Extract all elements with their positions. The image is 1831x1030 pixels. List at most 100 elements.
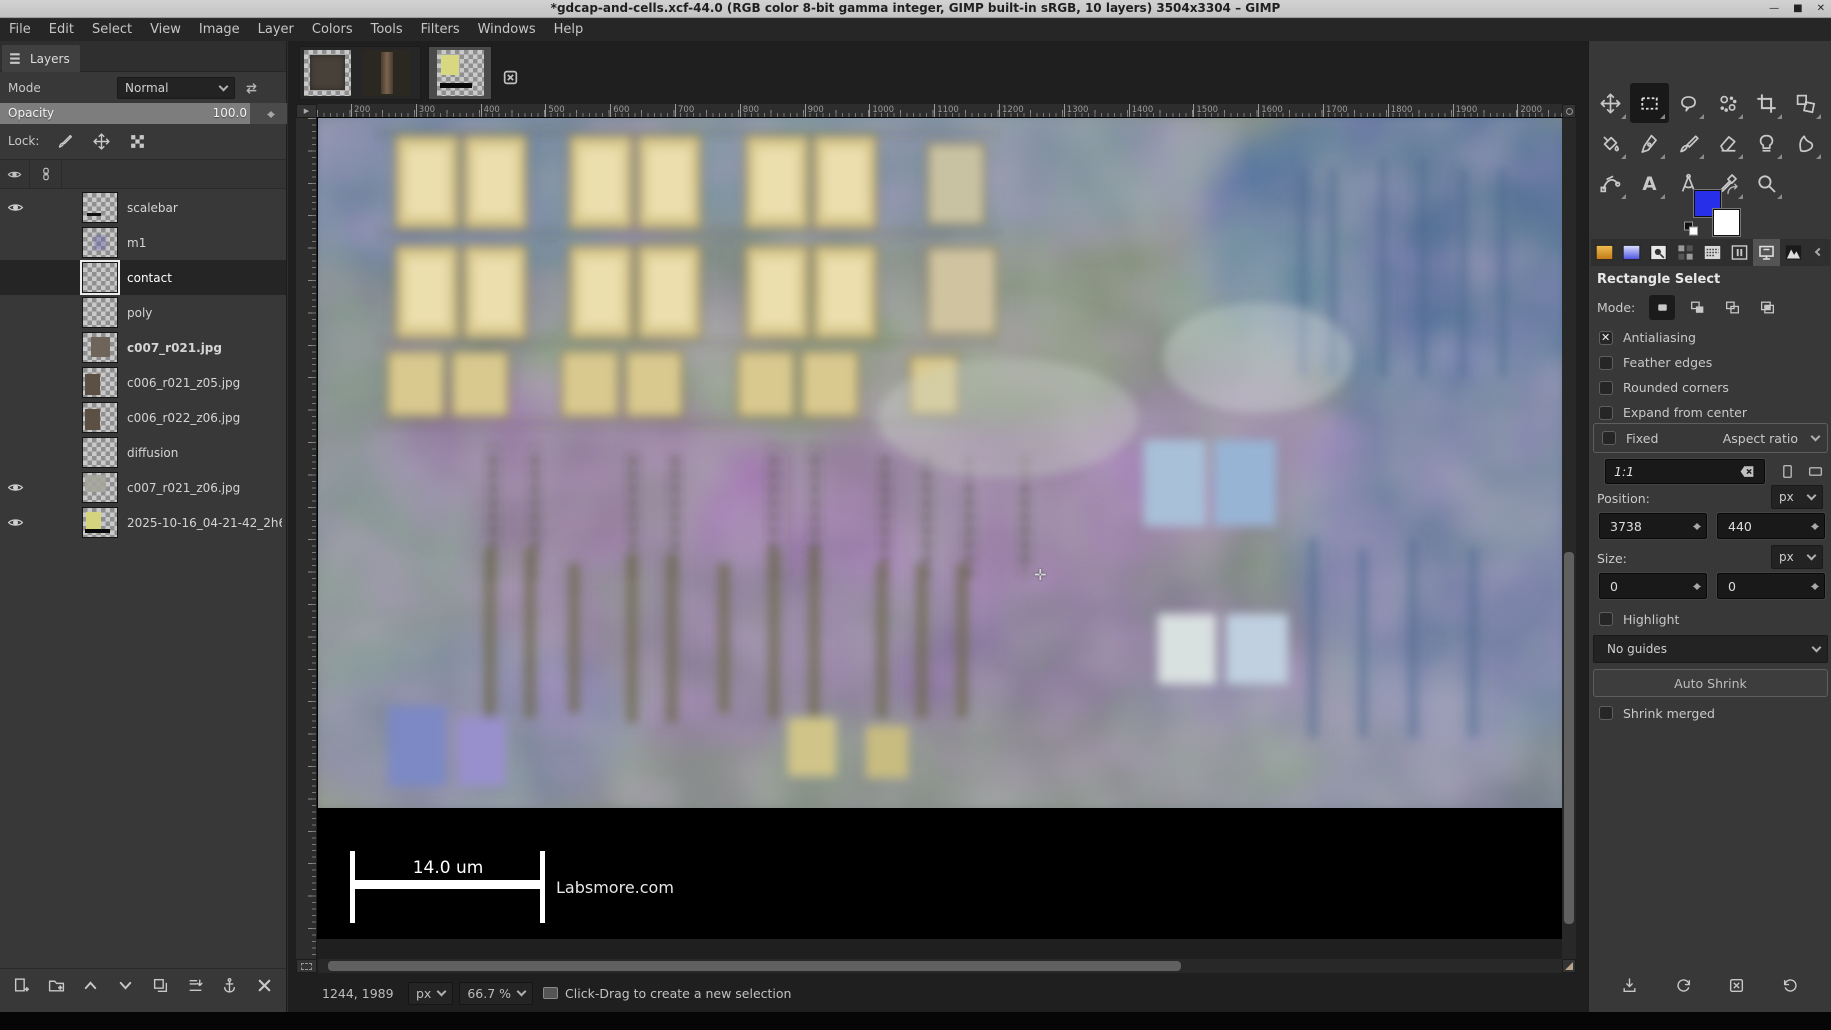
guides-dropdown[interactable]: No guides bbox=[1593, 635, 1828, 663]
menu-item[interactable]: Help bbox=[545, 19, 593, 41]
menu-item[interactable]: Filters bbox=[412, 19, 469, 41]
background-color-swatch[interactable] bbox=[1713, 209, 1740, 236]
layer-row[interactable]: c006_r022_z06.jpg bbox=[0, 400, 286, 435]
dock-collapse-button[interactable] bbox=[1811, 243, 1827, 261]
dock-tab-gradient-orange[interactable] bbox=[1591, 239, 1618, 266]
spinner-icon[interactable] bbox=[1693, 519, 1701, 534]
layer-thumbnail[interactable] bbox=[82, 402, 118, 433]
layers-button-new-layer[interactable] bbox=[7, 973, 35, 999]
size-height-field[interactable]: 0 bbox=[1717, 573, 1825, 599]
mode-add[interactable] bbox=[1684, 295, 1710, 320]
preset-reset[interactable] bbox=[1775, 972, 1805, 998]
mode-subtract[interactable] bbox=[1719, 295, 1745, 320]
unit-dropdown[interactable]: px bbox=[408, 982, 453, 1005]
mode-switch-icon[interactable] bbox=[240, 78, 262, 98]
default-colors-icon[interactable] bbox=[1683, 220, 1699, 236]
layer-row[interactable]: diffusion bbox=[0, 435, 286, 470]
layer-row[interactable]: contact bbox=[0, 260, 286, 295]
layers-button-lower[interactable] bbox=[112, 973, 140, 999]
mode-intersect[interactable] bbox=[1754, 295, 1780, 320]
size-unit-dropdown[interactable]: px bbox=[1771, 545, 1823, 569]
menu-item[interactable]: View bbox=[141, 19, 190, 41]
lock-move[interactable] bbox=[89, 130, 113, 152]
opacity-spinner[interactable] bbox=[267, 107, 275, 122]
landscape-orientation-icon[interactable] bbox=[1803, 460, 1827, 483]
image-tab-1[interactable] bbox=[304, 50, 351, 96]
image-tab-2[interactable] bbox=[363, 50, 410, 96]
dock-tab-history[interactable] bbox=[1726, 239, 1753, 266]
layers-button-new-group[interactable] bbox=[42, 973, 70, 999]
menu-item[interactable]: File bbox=[0, 19, 40, 41]
shrink-merged-option[interactable]: Shrink merged bbox=[1589, 703, 1715, 723]
layer-row[interactable]: c007_r021_z06.jpg bbox=[0, 470, 286, 505]
tool-free-select[interactable] bbox=[1669, 83, 1708, 123]
fixed-option-box[interactable]: Fixed Aspect ratio bbox=[1593, 423, 1828, 453]
tool-transform[interactable] bbox=[1786, 83, 1825, 123]
tool-clone[interactable] bbox=[1747, 123, 1786, 163]
menu-item[interactable]: Image bbox=[190, 19, 249, 41]
layer-row[interactable]: scalebar bbox=[0, 190, 286, 225]
tool-option-row[interactable]: Antialiasing bbox=[1589, 325, 1831, 350]
swap-colors-icon[interactable] bbox=[1726, 183, 1742, 197]
horizontal-scrollbar[interactable] bbox=[318, 959, 1562, 973]
canvas-image[interactable]: 14.0 um Labsmore.com ✛ bbox=[318, 118, 1562, 938]
preset-save-preset[interactable] bbox=[1615, 972, 1645, 998]
opacity-slider[interactable]: Opacity 100.0 bbox=[0, 103, 287, 124]
zoom-dropdown[interactable]: 66.7 % bbox=[459, 982, 533, 1005]
close-image-icon[interactable] bbox=[500, 67, 520, 87]
dock-tab-gradient-blue[interactable] bbox=[1618, 239, 1645, 266]
menu-item[interactable]: Layer bbox=[249, 19, 303, 41]
fixed-type-value[interactable]: Aspect ratio bbox=[1723, 431, 1798, 446]
navigation-preview-button[interactable] bbox=[1562, 959, 1576, 973]
position-x-field[interactable]: 3738 bbox=[1599, 513, 1707, 539]
menu-item[interactable]: Windows bbox=[469, 19, 545, 41]
layer-thumbnail[interactable] bbox=[82, 507, 118, 538]
tool-smudge[interactable] bbox=[1786, 123, 1825, 163]
close-button[interactable]: ✕ bbox=[1817, 0, 1825, 18]
image-tab-active[interactable] bbox=[428, 46, 492, 100]
spinner-icon[interactable] bbox=[1693, 579, 1701, 594]
eye-icon[interactable] bbox=[0, 199, 30, 216]
layer-thumbnail[interactable] bbox=[82, 262, 118, 293]
layer-thumbnail[interactable] bbox=[82, 297, 118, 328]
lock-paint[interactable] bbox=[53, 130, 77, 152]
menu-item[interactable]: Select bbox=[83, 19, 141, 41]
vertical-scrollbar[interactable] bbox=[1562, 118, 1576, 959]
aspect-ratio-input[interactable]: 1:1 bbox=[1605, 459, 1765, 484]
layer-thumbnail[interactable] bbox=[82, 367, 118, 398]
minimize-button[interactable]: — bbox=[1769, 0, 1779, 18]
tool-ink[interactable] bbox=[1630, 123, 1669, 163]
maximize-button[interactable]: ■ bbox=[1793, 0, 1802, 18]
horizontal-ruler[interactable]: 2003004005006007008009001000110012001300… bbox=[317, 104, 1563, 118]
eye-icon[interactable] bbox=[0, 479, 30, 496]
layer-thumbnail[interactable] bbox=[82, 437, 118, 468]
highlight-option[interactable]: Highlight bbox=[1589, 609, 1679, 629]
eye-icon[interactable] bbox=[0, 514, 30, 531]
tool-option-row[interactable]: Expand from center bbox=[1589, 400, 1831, 425]
dock-tab-tool-options[interactable] bbox=[1753, 239, 1780, 266]
layer-row[interactable]: 2025-10-16_04-21-42_2h6_mic bbox=[0, 505, 286, 540]
layers-button-duplicate[interactable] bbox=[146, 973, 174, 999]
tool-crop[interactable] bbox=[1747, 83, 1786, 123]
layers-button-anchor[interactable] bbox=[216, 973, 244, 999]
position-y-field[interactable]: 440 bbox=[1717, 513, 1825, 539]
tab-layers[interactable]: Layers bbox=[2, 45, 80, 72]
layers-button-merge[interactable] bbox=[181, 973, 209, 999]
tool-option-row[interactable]: Rounded corners bbox=[1589, 375, 1831, 400]
layer-row[interactable]: m1 bbox=[0, 225, 286, 260]
canvas-menu-button[interactable]: ▶ bbox=[296, 104, 317, 118]
menu-item[interactable]: Tools bbox=[362, 19, 412, 41]
horizontal-scrollbar-thumb[interactable] bbox=[328, 961, 1181, 971]
layer-row[interactable]: poly bbox=[0, 295, 286, 330]
tool-paintbrush[interactable] bbox=[1669, 123, 1708, 163]
layers-button-raise[interactable] bbox=[77, 973, 105, 999]
lock-alpha[interactable] bbox=[125, 130, 149, 152]
dock-tab-patterns[interactable] bbox=[1672, 239, 1699, 266]
preset-restore-preset[interactable] bbox=[1668, 972, 1698, 998]
auto-shrink-button[interactable]: Auto Shrink bbox=[1593, 669, 1828, 697]
fixed-checkbox-icon[interactable] bbox=[1602, 431, 1616, 445]
dock-tab-histogram[interactable] bbox=[1780, 239, 1807, 266]
layer-row[interactable]: c007_r021.jpg bbox=[0, 330, 286, 365]
menu-item[interactable]: Edit bbox=[40, 19, 83, 41]
vertical-scrollbar-thumb[interactable] bbox=[1564, 552, 1574, 924]
